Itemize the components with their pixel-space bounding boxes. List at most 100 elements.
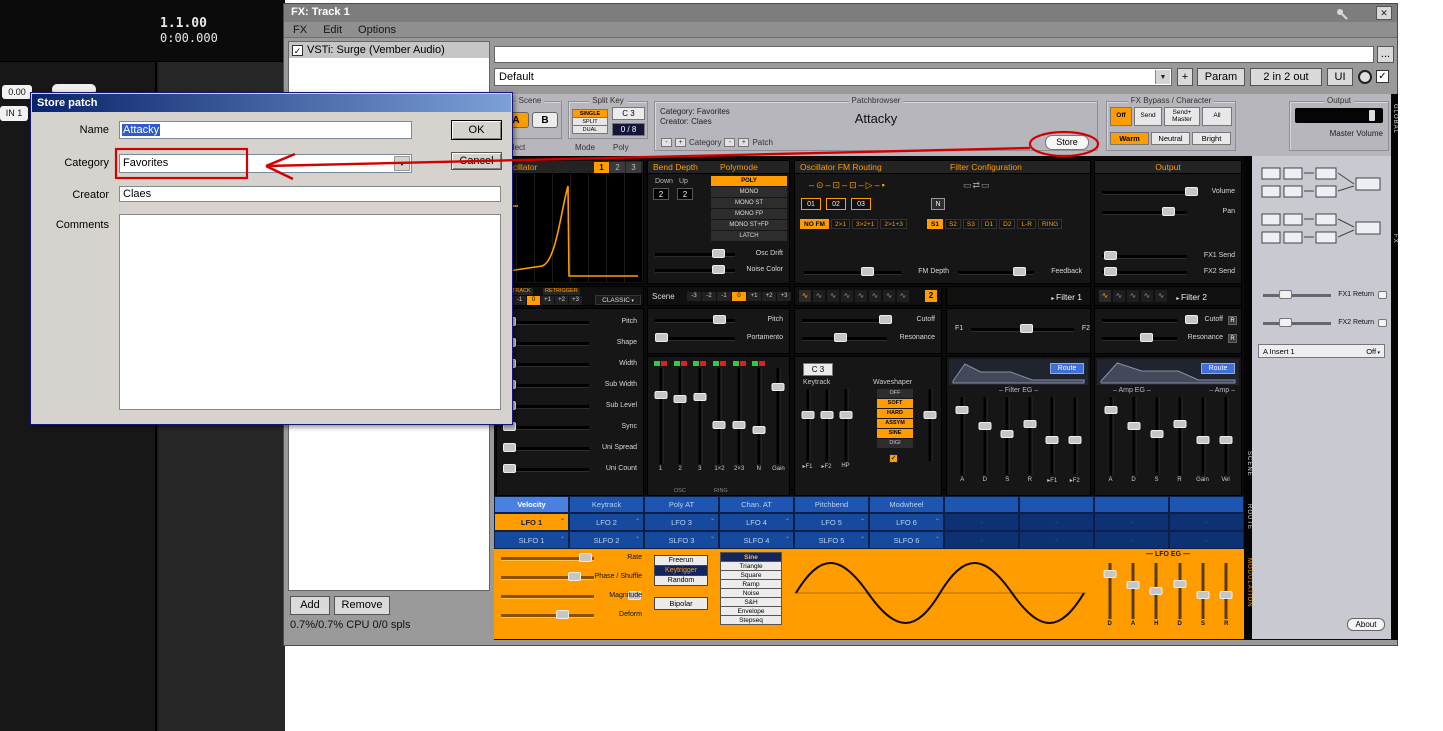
vslider[interactable] [1171,563,1188,619]
oscillator-tab[interactable]: 3 [626,162,641,173]
vslider[interactable] [954,397,971,475]
slider-handle[interactable] [1219,436,1232,444]
polymode-item[interactable]: POLY [711,176,787,186]
mod-source-cell[interactable]: Pitchbend [794,496,869,513]
slider-handle[interactable] [711,249,725,258]
waveshaper-drive-slider[interactable] [921,389,938,461]
slider-handle[interactable] [578,553,592,562]
mixer-slider[interactable] [770,368,787,464]
waveshaper-type-item[interactable]: SOFT [877,399,913,408]
store-button[interactable]: Store [1045,135,1089,150]
split-key-value[interactable]: C 3 [612,107,645,120]
slider-track[interactable] [1263,294,1331,297]
eg-slider[interactable]: D [1171,563,1188,627]
slider-handle[interactable] [771,383,785,392]
slider-handle[interactable] [1104,406,1117,415]
vslider[interactable] [818,389,835,461]
mute-led[interactable] [732,361,739,366]
oscillator-tab[interactable]: 2 [610,162,625,173]
lfo-trigger-option[interactable]: Random [654,575,708,586]
octave-cell[interactable]: -1 [513,296,526,305]
plugin-enabled-checkbox[interactable] [292,44,303,56]
slider-handle[interactable] [923,410,936,419]
character-option[interactable]: Neutral [1151,132,1190,145]
plugin-list-item[interactable]: VSTi: Surge (Vember Audio) [289,42,489,58]
slfo-source-cell[interactable]: SLFO 4 [719,531,794,549]
slider-handle[interactable] [860,267,874,276]
eg-slider[interactable]: A [1124,563,1141,627]
mute-led[interactable] [712,361,719,366]
browse-button[interactable]: ... [1377,46,1394,63]
mod-cell-empty[interactable]: - [1169,513,1244,531]
bend-up-value[interactable]: 2 [677,188,693,200]
remove-fx-button[interactable]: Remove [334,596,390,615]
octave-cell[interactable]: +1 [747,292,761,301]
filter-config-option[interactable]: RING [1037,219,1063,229]
param-slider[interactable]: Noise Color [650,263,787,277]
slider-handle[interactable] [1173,420,1186,429]
param-slider[interactable]: Uni Spread [499,441,641,455]
eg-slider[interactable]: Gain [1194,397,1211,483]
menu-item[interactable]: FX [293,24,307,36]
param-slider[interactable]: Magnitude [496,589,646,603]
slider-track[interactable] [504,363,589,366]
slider-handle[interactable] [1278,318,1292,327]
slider-track[interactable] [501,595,594,598]
ui-button[interactable]: UI [1327,68,1353,86]
slider-handle[interactable] [1196,591,1210,599]
mixer-channel[interactable]: 2×3 [731,361,748,472]
slider-handle[interactable] [820,410,833,419]
filter-type-icon[interactable]: ∿ [883,290,895,302]
slider-track[interactable] [757,368,761,464]
slider-handle[interactable] [1104,251,1118,260]
param-slider[interactable]: Pitch [650,313,787,327]
solo-led[interactable] [700,361,707,366]
keytrack-slider[interactable]: ▸F1 [799,389,816,470]
slider-handle[interactable] [1127,421,1140,430]
octave-cell[interactable]: -2 [702,292,716,301]
slider-track[interactable] [504,426,589,429]
lfo-source-cell[interactable]: LFO 2 [569,513,644,531]
slider-handle[interactable] [1219,591,1233,599]
waveshaper-enable-checkbox[interactable] [889,454,898,463]
slider-track[interactable] [1178,397,1181,475]
fx-bypass-option[interactable]: Send [1134,107,1162,126]
octave-cell[interactable]: -3 [687,292,701,301]
vslider[interactable] [1124,563,1141,619]
param-slider[interactable]: Pitch [499,315,641,329]
eg-slider[interactable]: D [1101,563,1118,627]
fx-bypass-option[interactable]: Send+ Master [1164,107,1200,126]
oscillator-tab[interactable]: 1 [594,162,609,173]
mod-cell-empty[interactable] [1019,496,1094,513]
fm-osc-box[interactable]: 02 [826,198,846,210]
waveshaper-type-item[interactable]: ASSYM [877,419,913,428]
filter-config-option[interactable]: D2 [999,219,1016,229]
ok-button[interactable]: OK [451,120,502,140]
keytrack-root-value[interactable]: C 3 [803,363,833,376]
waveshaper-type-item[interactable]: SINE [877,429,913,438]
mute-led[interactable] [752,361,759,366]
vslider[interactable] [1066,397,1083,475]
filter-config-option[interactable]: S1 [927,219,943,229]
master-volume-slider[interactable] [1295,108,1383,123]
waveshaper-type-item[interactable]: OFF [877,389,913,398]
slider-handle[interactable] [955,406,969,415]
solo-led[interactable] [739,361,746,366]
mixer-channel[interactable]: Gain [770,361,787,472]
slider-handle[interactable] [801,410,814,419]
filter-type-icon[interactable]: ∿ [1099,290,1111,302]
slider-handle[interactable] [655,333,669,342]
mod-cell-empty[interactable]: - [1019,531,1094,549]
vslider[interactable] [1044,397,1061,475]
wet-dry-checkbox[interactable] [1376,70,1389,83]
slider-track[interactable] [504,321,589,324]
vslider[interactable] [976,397,993,475]
mod-cell-empty[interactable]: - [1019,513,1094,531]
vslider[interactable] [1148,397,1165,475]
param-slider[interactable]: FX2 Send [1097,265,1239,279]
phase-icon[interactable] [1358,70,1372,84]
solo-led[interactable] [719,361,726,366]
filter-type-icon[interactable]: ∿ [827,290,839,302]
slider-handle[interactable] [752,425,766,434]
filter2-r-button[interactable]: R [1228,334,1237,343]
